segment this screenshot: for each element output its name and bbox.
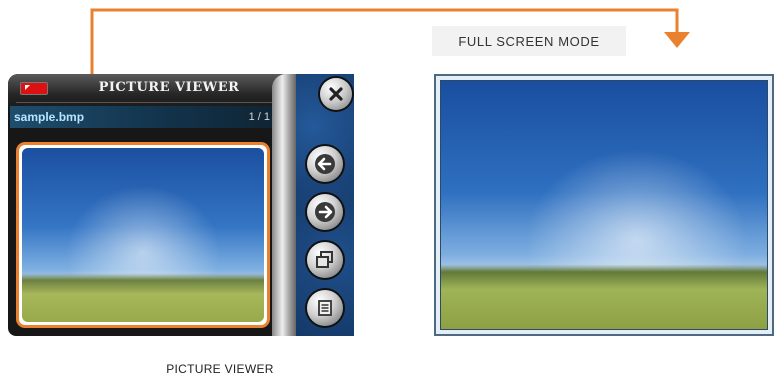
windows-icon xyxy=(316,251,333,268)
next-button[interactable] xyxy=(307,194,343,230)
close-button[interactable] xyxy=(320,78,352,110)
app-title: PICTURE VIEWER xyxy=(98,80,240,95)
page-indicator: 1 / 1 xyxy=(248,111,270,123)
menu-button[interactable] xyxy=(307,290,343,326)
full-screen-button[interactable] xyxy=(307,242,343,278)
picture-image xyxy=(22,148,264,322)
close-icon xyxy=(329,87,343,101)
arrow-left-icon xyxy=(315,154,335,174)
previous-button[interactable] xyxy=(307,146,343,182)
battery-icon xyxy=(20,82,48,95)
full-screen-preview xyxy=(434,74,774,336)
list-icon xyxy=(318,300,332,316)
device-bracket xyxy=(272,74,298,336)
file-name: sample.bmp xyxy=(14,110,85,124)
arrow-right-icon xyxy=(315,202,335,222)
full-screen-image xyxy=(440,80,768,330)
viewer-caption: PICTURE VIEWER xyxy=(166,362,274,376)
picture-display[interactable] xyxy=(16,142,270,328)
full-screen-mode-label: FULL SCREEN MODE xyxy=(432,26,626,56)
title-divider xyxy=(16,102,276,103)
